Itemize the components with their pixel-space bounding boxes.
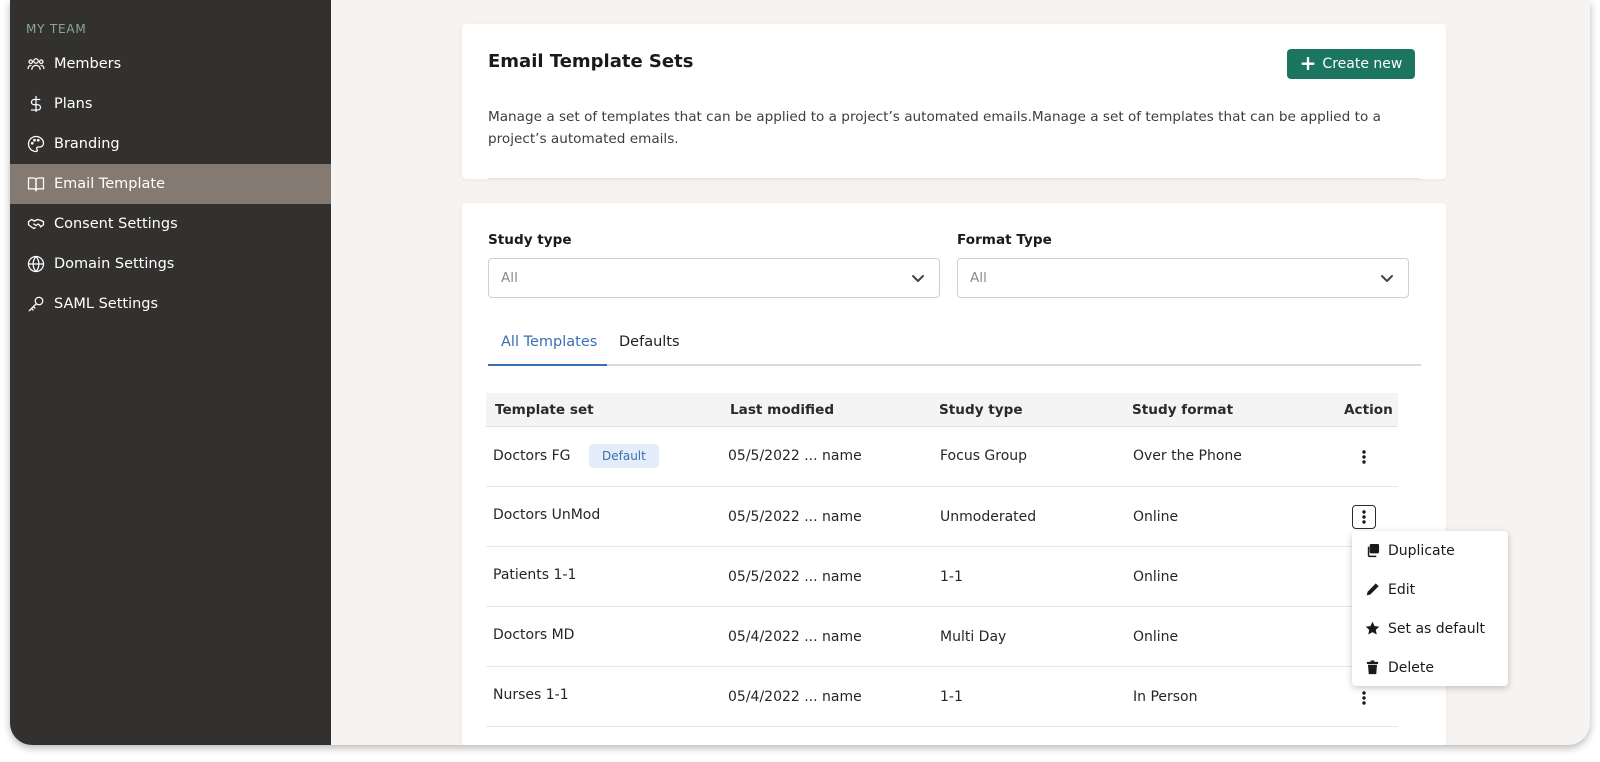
column-header: Template set [495, 402, 594, 418]
templates-table: Template set Last modified Study type St… [486, 393, 1398, 727]
row-actions-button[interactable] [1352, 445, 1376, 469]
last-modified: 05/4/2022 ... name [728, 689, 862, 705]
plus-icon: + [1299, 51, 1317, 75]
last-modified: 05/5/2022 ... name [728, 569, 862, 585]
menu-item-set-as-default[interactable]: Set as default [1352, 609, 1508, 648]
study-type: Unmoderated [940, 509, 1037, 525]
main-content: Email Template Sets + Create new Manage … [331, 0, 1590, 745]
sidebar-item-consent-settings[interactable]: Consent Settings [10, 204, 331, 244]
handshake-icon [26, 215, 45, 234]
column-header: Study type [939, 402, 1023, 418]
study-type-value: All [501, 270, 518, 286]
study-type: 1-1 [940, 689, 963, 705]
study-type-label: Study type [488, 232, 572, 248]
pencil-icon [1364, 582, 1380, 598]
key-icon [26, 295, 45, 314]
tab-defaults[interactable]: Defaults [619, 334, 680, 350]
divider [488, 178, 1420, 179]
sidebar-item-label: Domain Settings [54, 256, 175, 272]
users-icon [26, 55, 45, 74]
sidebar-item-email-template[interactable]: Email Template [10, 164, 331, 204]
sidebar-item-label: Members [54, 56, 122, 72]
table-row[interactable]: Doctors FG Default 05/5/2022 ... name Fo… [486, 427, 1398, 487]
create-new-label: Create new [1322, 56, 1403, 72]
template-tabs: All Templates Defaults [488, 321, 1421, 366]
copy-icon [1364, 543, 1380, 559]
more-vertical-icon [1362, 510, 1366, 524]
sidebar-item-label: SAML Settings [54, 296, 159, 312]
study-type: Focus Group [940, 448, 1028, 464]
column-header: Last modified [730, 402, 835, 418]
star-icon [1364, 621, 1380, 637]
table-row[interactable]: Patients 1-1 05/5/2022 ... name 1-1 Onli… [486, 547, 1398, 607]
book-icon [26, 175, 45, 194]
page-title: Email Template Sets [488, 51, 694, 72]
table-row[interactable]: Nurses 1-1 05/4/2022 ... name 1-1 In Per… [486, 667, 1398, 727]
table-row[interactable]: Doctors UnMod 05/5/2022 ... name Unmoder… [486, 487, 1398, 547]
row-actions-button[interactable] [1352, 686, 1376, 710]
sidebar-item-members[interactable]: Members [10, 44, 331, 84]
template-name: Doctors UnMod [493, 507, 601, 523]
study-type: 1-1 [940, 569, 963, 585]
chevron-down-icon [910, 270, 926, 286]
study-type: Multi Day [940, 629, 1007, 645]
row-actions-button[interactable] [1352, 505, 1376, 529]
header-card: Email Template Sets + Create new Manage … [462, 24, 1446, 179]
column-header: Study format [1132, 402, 1234, 418]
row-actions-menu: Duplicate Edit Set as default Delete [1352, 531, 1508, 686]
default-badge: Default [589, 444, 659, 468]
menu-item-label: Edit [1388, 581, 1416, 598]
dollar-icon [26, 95, 45, 114]
tab-all-templates[interactable]: All Templates [501, 334, 597, 350]
globe-icon [26, 255, 45, 274]
menu-item-label: Set as default [1388, 620, 1486, 637]
trash-icon [1364, 660, 1380, 676]
menu-item-edit[interactable]: Edit [1352, 570, 1508, 609]
palette-icon [26, 135, 45, 154]
page-description: Manage a set of templates that can be ap… [488, 109, 1381, 147]
sidebar-item-label: Consent Settings [54, 216, 178, 232]
sidebar-item-label: Branding [54, 136, 120, 152]
study-format: Online [1133, 629, 1179, 645]
templates-card: Study type All Format Type All All Templ… [462, 203, 1446, 745]
menu-item-duplicate[interactable]: Duplicate [1352, 531, 1508, 570]
study-format: Over the Phone [1133, 448, 1242, 464]
sidebar-item-domain-settings[interactable]: Domain Settings [10, 244, 331, 284]
menu-item-label: Duplicate [1388, 542, 1455, 559]
last-modified: 05/5/2022 ... name [728, 448, 862, 464]
column-header: Action [1344, 402, 1393, 418]
study-format: Online [1133, 509, 1179, 525]
active-tab-indicator [488, 364, 607, 366]
sidebar-item-plans[interactable]: Plans [10, 84, 331, 124]
menu-item-label: Delete [1388, 659, 1434, 676]
study-format: Online [1133, 569, 1179, 585]
last-modified: 05/4/2022 ... name [728, 629, 862, 645]
sidebar-section-label: MY TEAM [26, 22, 87, 36]
template-name: Nurses 1-1 [493, 687, 569, 703]
more-vertical-icon [1362, 450, 1366, 464]
table-row[interactable]: Doctors MD 05/4/2022 ... name Multi Day … [486, 607, 1398, 667]
sidebar-item-label: Email Template [54, 176, 166, 192]
format-type-value: All [970, 270, 987, 286]
create-new-button[interactable]: + Create new [1287, 49, 1415, 79]
sidebar-item-label: Plans [54, 96, 93, 112]
table-header: Template set Last modified Study type St… [486, 393, 1398, 427]
app-window: MY TEAM Members Plans Branding Email Tem… [10, 0, 1590, 745]
format-type-label: Format Type [957, 232, 1052, 248]
study-type-select[interactable]: All [488, 258, 940, 298]
menu-item-delete[interactable]: Delete [1352, 648, 1508, 687]
sidebar-item-branding[interactable]: Branding [10, 124, 331, 164]
template-name: Doctors FG [493, 448, 571, 464]
chevron-down-icon [1379, 270, 1395, 286]
template-name: Doctors MD [493, 627, 575, 643]
sidebar-item-saml-settings[interactable]: SAML Settings [10, 284, 331, 324]
format-type-select[interactable]: All [957, 258, 1409, 298]
last-modified: 05/5/2022 ... name [728, 509, 862, 525]
sidebar: MY TEAM Members Plans Branding Email Tem… [10, 0, 331, 745]
template-name: Patients 1-1 [493, 567, 577, 583]
more-vertical-icon [1362, 691, 1366, 705]
study-format: In Person [1133, 689, 1198, 705]
